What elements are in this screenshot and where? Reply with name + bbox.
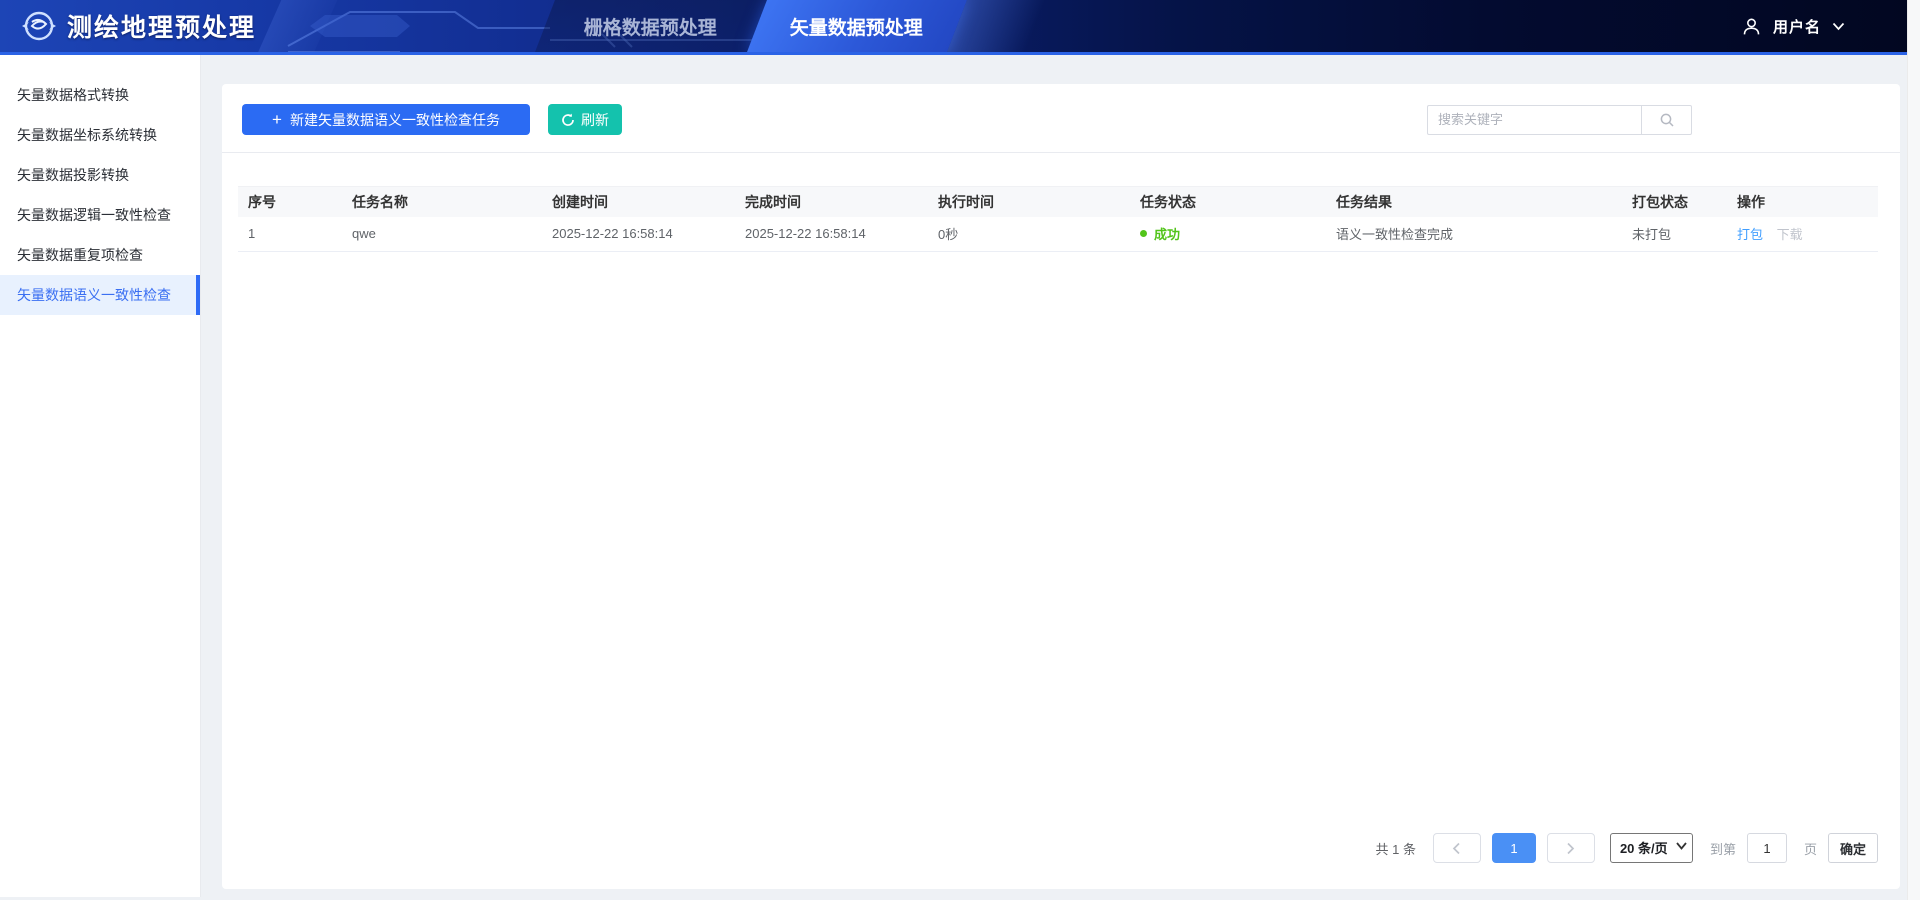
- status-text: 成功: [1154, 224, 1180, 243]
- cell-index: 1: [238, 217, 342, 252]
- refresh-icon: [561, 113, 575, 127]
- app-title: 测绘地理预处理: [67, 8, 256, 44]
- content-card: + 新建矢量数据语义一致性检查任务 刷新: [222, 84, 1900, 889]
- page-size-select-wrap: 20 条/页: [1610, 833, 1693, 863]
- refresh-button[interactable]: 刷新: [548, 104, 622, 135]
- user-name: 用户名: [1773, 16, 1821, 37]
- goto-suffix: 页: [1804, 839, 1817, 858]
- col-finished-at: 完成时间: [735, 187, 928, 217]
- task-table-area: 序号 任务名称 创建时间 完成时间 执行时间 任务状态 任务结果 打包状态 操作: [222, 153, 1900, 889]
- sidebar-item-projection-conversion[interactable]: 矢量数据投影转换: [0, 155, 200, 195]
- status-dot-icon: [1140, 230, 1147, 237]
- toolbar: + 新建矢量数据语义一致性检查任务 刷新: [222, 84, 1900, 153]
- goto-page-input[interactable]: [1747, 833, 1787, 863]
- search-button[interactable]: [1641, 105, 1692, 135]
- new-task-button[interactable]: + 新建矢量数据语义一致性检查任务: [242, 104, 530, 135]
- sidebar: 矢量数据格式转换 矢量数据坐标系统转换 矢量数据投影转换 矢量数据逻辑一致性检查…: [0, 55, 200, 897]
- refresh-label: 刷新: [581, 110, 609, 130]
- main-content: + 新建矢量数据语义一致性检查任务 刷新: [200, 55, 1920, 897]
- plus-icon: +: [272, 111, 282, 128]
- prev-page-button[interactable]: [1433, 833, 1481, 863]
- brand: 测绘地理预处理: [20, 0, 256, 52]
- sidebar-item-logical-consistency-check[interactable]: 矢量数据逻辑一致性检查: [0, 195, 200, 235]
- next-page-button[interactable]: [1547, 833, 1595, 863]
- page-size-select[interactable]: 20 条/页: [1610, 833, 1693, 863]
- cell-duration: 0秒: [928, 217, 1130, 252]
- goto-prefix: 到第: [1710, 839, 1736, 858]
- cell-created-at: 2025-12-22 16:58:14: [542, 217, 735, 252]
- page-number-button[interactable]: 1: [1492, 833, 1536, 863]
- chevron-left-icon: [1452, 842, 1461, 855]
- cell-task-name: qwe: [342, 217, 542, 252]
- tab-label: 栅格数据预处理: [584, 13, 717, 40]
- col-index: 序号: [238, 187, 342, 217]
- sidebar-item-format-conversion[interactable]: 矢量数据格式转换: [0, 75, 200, 115]
- tab-raster-preprocess[interactable]: 栅格数据预处理: [535, 0, 767, 52]
- sidebar-item-coordinate-conversion[interactable]: 矢量数据坐标系统转换: [0, 115, 200, 155]
- download-link[interactable]: 下载: [1777, 227, 1803, 242]
- sidebar-item-semantic-consistency-check[interactable]: 矢量数据语义一致性检查: [0, 275, 200, 315]
- col-duration: 执行时间: [928, 187, 1130, 217]
- search-icon: [1659, 112, 1675, 128]
- col-task-name: 任务名称: [342, 187, 542, 217]
- col-pack-status: 打包状态: [1622, 187, 1727, 217]
- page-scrollbar[interactable]: [1907, 0, 1920, 900]
- col-status: 任务状态: [1130, 187, 1326, 217]
- col-actions: 操作: [1727, 187, 1878, 217]
- tab-label: 矢量数据预处理: [790, 13, 923, 40]
- pagination: 共 1 条 1 20 条/页: [238, 833, 1878, 875]
- cell-status: 成功: [1130, 217, 1326, 252]
- table-header-row: 序号 任务名称 创建时间 完成时间 执行时间 任务状态 任务结果 打包状态 操作: [238, 187, 1878, 217]
- pagination-total: 共 1 条: [1375, 839, 1415, 858]
- col-result: 任务结果: [1326, 187, 1622, 217]
- table-row: 1 qwe 2025-12-22 16:58:14 2025-12-22 16:…: [238, 217, 1878, 252]
- user-menu[interactable]: 用户名: [1741, 0, 1845, 52]
- search-group: [1427, 105, 1692, 135]
- tab-vector-preprocess[interactable]: 矢量数据预处理: [747, 0, 967, 52]
- user-icon: [1741, 16, 1762, 37]
- col-created-at: 创建时间: [542, 187, 735, 217]
- app-header: 测绘地理预处理 栅格数据预处理 矢量数据预处理 用户名: [0, 0, 1907, 55]
- cell-result: 语义一致性检查完成: [1326, 217, 1622, 252]
- pack-link[interactable]: 打包: [1737, 227, 1763, 242]
- confirm-button[interactable]: 确定: [1828, 833, 1878, 863]
- sidebar-item-duplicate-check[interactable]: 矢量数据重复项检查: [0, 235, 200, 275]
- task-table: 序号 任务名称 创建时间 完成时间 执行时间 任务状态 任务结果 打包状态 操作: [238, 186, 1878, 252]
- new-task-label: 新建矢量数据语义一致性检查任务: [290, 110, 500, 130]
- chevron-right-icon: [1566, 842, 1575, 855]
- chevron-down-icon: [1832, 22, 1845, 31]
- cell-actions: 打包 下载: [1727, 217, 1878, 252]
- search-input[interactable]: [1427, 105, 1641, 135]
- top-tabs: 栅格数据预处理 矢量数据预处理: [545, 0, 1035, 52]
- cell-finished-at: 2025-12-22 16:58:14: [735, 217, 928, 252]
- app-logo-icon: [20, 7, 58, 45]
- cell-pack-status: 未打包: [1622, 217, 1727, 252]
